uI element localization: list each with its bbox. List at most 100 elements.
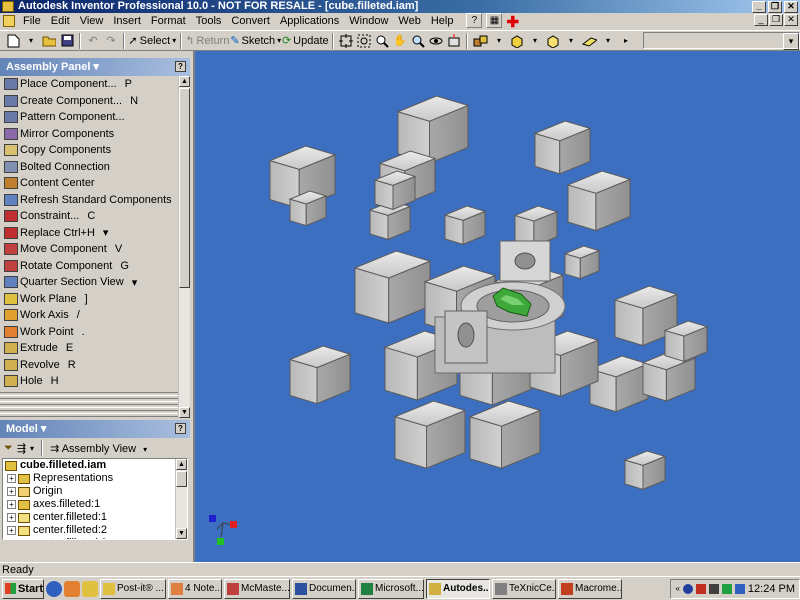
find-dropdown-icon[interactable]: ▾ [30,444,34,453]
look-at-icon[interactable] [445,32,463,50]
assembly-tool-6[interactable]: Content Center [0,175,190,192]
camera-dropdown-icon[interactable]: ▾ [599,32,617,50]
assembly-panel-scrollbar[interactable]: ▲ ▼ [178,76,190,418]
select-button[interactable]: ➚ Select ▾ [128,32,177,50]
select-dropdown-icon[interactable]: ▾ [172,36,176,45]
cube-piece[interactable] [563,245,601,280]
tree-node[interactable]: + center.filleted:3 [3,537,187,539]
assembly-tool-11[interactable]: Rotate Component G [0,258,190,275]
volume-tray-icon[interactable] [708,583,719,594]
menu-file[interactable]: File [18,13,46,30]
tree-scrollbar-thumb[interactable] [176,471,187,487]
assembly-tool-2[interactable]: Pattern Component... [0,109,190,126]
model-help-icon[interactable]: ? [175,423,186,434]
new-dropdown-icon[interactable]: ▾ [22,32,40,50]
firefox-quicklaunch-icon[interactable] [46,580,62,597]
menu-web[interactable]: Web [393,13,425,30]
assembly-tool-4[interactable]: Copy Components [0,142,190,159]
app-quicklaunch-icon[interactable] [64,580,80,597]
tray-expand-icon[interactable]: « [675,584,679,593]
scroll-down-icon[interactable]: ▼ [179,407,190,418]
doc-restore-button[interactable]: ❐ [769,14,783,26]
network-tray-icon[interactable] [682,583,693,594]
update-button[interactable]: ⟳ Update [282,32,330,50]
expand-icon[interactable]: + [7,513,16,522]
scrollbar-thumb[interactable] [179,88,190,288]
cube-piece[interactable] [288,345,352,405]
start-button[interactable]: Start [2,578,44,599]
security-tray-icon[interactable] [695,583,706,594]
clock[interactable]: 12:24 PM [748,583,795,595]
tree-node[interactable]: + Representations [3,472,187,485]
document-icon[interactable] [3,15,15,27]
cube-piece[interactable] [513,205,559,248]
menu-view[interactable]: View [75,13,109,30]
expand-icon[interactable]: + [7,487,16,496]
assembly-tool-12[interactable]: Quarter Section View ▾ [0,274,190,291]
tree-node[interactable]: + center.filleted:2 [3,524,187,537]
zoom-all-icon[interactable] [337,32,355,50]
assembly-tool-5[interactable]: Bolted Connection [0,159,190,176]
tree-scroll-down-icon[interactable]: ▼ [176,528,187,539]
cube-piece[interactable] [623,450,667,491]
assembly-panel-header[interactable]: Assembly Panel ▾ ? [0,58,190,76]
taskbar-button-7[interactable]: Macrome... [558,578,622,599]
menu-help[interactable]: Help [426,13,459,30]
assembly-tool-15[interactable]: Work Point. [0,324,190,341]
scroll-up-icon[interactable]: ▲ [179,76,190,87]
tree-root[interactable]: cube.filleted.iam [3,459,187,472]
bluetooth-tray-icon[interactable] [734,583,745,594]
assembly-view-dropdown[interactable]: ⇉ Assembly View ▾ [50,442,147,455]
assembly-tool-1[interactable]: Create Component... N [0,93,190,110]
cube-piece[interactable] [533,120,592,175]
cube-piece[interactable] [468,400,542,469]
shaded-display-icon[interactable] [508,32,526,50]
camera-icon[interactable] [580,32,599,50]
shadow-icon[interactable] [544,32,562,50]
sketch-button[interactable]: ✎ Sketch ▾ [230,32,282,50]
undo-icon[interactable]: ↶ [84,32,102,50]
tree-node[interactable]: + center.filleted:1 [3,511,187,524]
taskbar-button-0[interactable]: Post-it® ... [100,578,166,599]
menu-insert[interactable]: Insert [108,13,146,30]
folder-quicklaunch-icon[interactable] [82,580,98,597]
taskbar-button-1[interactable]: 4 Note... [168,578,222,599]
menu-applications[interactable]: Applications [275,13,344,30]
panel-help-icon[interactable]: ? [175,61,186,72]
doc-close-button[interactable]: ✕ [784,14,798,26]
graphics-viewport[interactable] [193,51,800,562]
menu-format[interactable]: Format [146,13,191,30]
update-tray-icon[interactable] [721,583,732,594]
assembly-tool-16[interactable]: Extrude E [0,340,190,357]
expand-icon[interactable]: + [7,500,16,509]
taskbar-button-2[interactable]: McMaste... [224,578,290,599]
display-mode-dropdown-icon[interactable]: ▾ [490,32,508,50]
taskbar-button-5[interactable]: Autodes... [426,578,490,599]
menu-window[interactable]: Window [344,13,393,30]
assembly-tool-7[interactable]: Refresh Standard Components [0,192,190,209]
color-style-combo[interactable] [642,32,800,50]
restore-button[interactable]: ❐ [768,1,782,13]
assembly-tool-18[interactable]: Hole H [0,373,190,390]
filter-icon[interactable]: ⏷ [4,442,13,455]
assembly-tool-9[interactable]: Replace Ctrl+H ▾ [0,225,190,242]
assembly-tool-10[interactable]: Move Component V [0,241,190,258]
expand-icon[interactable]: + [7,474,16,483]
help-topics-icon[interactable]: ? [466,12,483,28]
add-icon[interactable]: ✚ [506,13,519,31]
orbit-icon[interactable] [427,32,445,50]
zoom-icon[interactable] [373,32,391,50]
shaded-dropdown-icon[interactable]: ▾ [526,32,544,50]
taskbar-button-3[interactable]: Documen... [292,578,356,599]
close-button[interactable]: ✕ [784,1,798,13]
assembly-tool-14[interactable]: Work Axis / [0,307,190,324]
assembly-tool-0[interactable]: Place Component... P [0,76,190,93]
cube-piece[interactable] [443,205,487,246]
doc-minimize-button[interactable]: _ [754,14,768,26]
taskbar-button-4[interactable]: Microsoft... [358,578,424,599]
find-icon[interactable]: ⇶ [17,442,26,455]
zoom-selected-icon[interactable] [409,32,427,50]
menu-convert[interactable]: Convert [226,13,275,30]
zoom-window-icon[interactable] [355,32,373,50]
assembly-tool-17[interactable]: Revolve R [0,357,190,374]
